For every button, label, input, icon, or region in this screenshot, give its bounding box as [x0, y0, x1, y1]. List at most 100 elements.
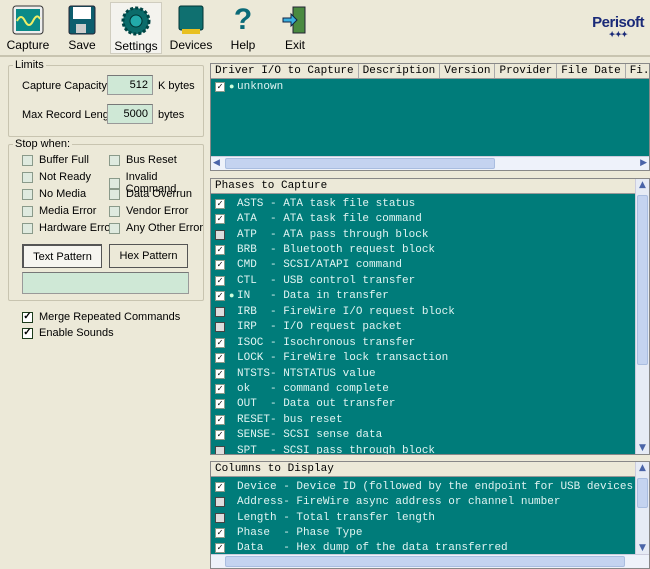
- checkbox-icon[interactable]: [215, 497, 225, 508]
- checkbox-icon[interactable]: [215, 229, 225, 240]
- stop-checkbox[interactable]: Buffer Full: [22, 154, 89, 166]
- save-button[interactable]: Save: [57, 2, 107, 54]
- phases-row[interactable]: ✓ ● IN - Data in transfer: [211, 289, 649, 304]
- checkbox-icon[interactable]: ✓: [215, 528, 225, 539]
- driver-row[interactable]: ✓ ● unknown: [211, 79, 649, 94]
- column-header[interactable]: File Date: [557, 64, 626, 78]
- column-header[interactable]: Version: [440, 64, 496, 78]
- columns-row[interactable]: Length - Total transfer length: [211, 510, 649, 525]
- checkbox-icon[interactable]: [215, 322, 225, 333]
- columns-hscrollbar[interactable]: [211, 554, 649, 568]
- phases-row[interactable]: SPT - SCSI pass through block: [211, 443, 649, 454]
- bullet-icon: [229, 497, 237, 507]
- phases-row[interactable]: ATP - ATA pass through block: [211, 227, 649, 242]
- devices-button[interactable]: Devices: [166, 2, 216, 54]
- bullet-icon: [229, 430, 237, 440]
- stop-checkbox[interactable]: Hardware Error: [22, 222, 114, 234]
- driver-list[interactable]: Driver I/O to Capture Description Version P…: [210, 63, 650, 171]
- phases-row[interactable]: ✓ BRB - Bluetooth request block: [211, 242, 649, 257]
- option-checkbox[interactable]: ✓ Merge Repeated Commands: [22, 311, 180, 323]
- stop-checkbox[interactable]: Data Overrun: [109, 188, 192, 200]
- stop-checkbox[interactable]: Bus Reset: [109, 154, 177, 166]
- phases-row[interactable]: ✓ OUT - Data out transfer: [211, 397, 649, 412]
- phases-row[interactable]: ✓ ATA - ATA task file command: [211, 211, 649, 226]
- floppy-disk-icon: [65, 4, 99, 36]
- phases-row[interactable]: ✓ RESET- bus reset: [211, 412, 649, 427]
- help-button[interactable]: ? Help: [218, 2, 268, 54]
- scroll-thumb[interactable]: [637, 195, 648, 365]
- columns-vscrollbar[interactable]: ▲ ▼: [635, 462, 649, 554]
- checkbox-icon[interactable]: ✓: [215, 291, 225, 302]
- columns-label: Length - Total transfer length: [237, 511, 436, 524]
- checkbox-icon[interactable]: ✓: [215, 214, 225, 225]
- checkbox-icon: ✓: [22, 327, 33, 339]
- settings-button[interactable]: Settings: [110, 2, 162, 54]
- exit-button[interactable]: Exit: [270, 2, 320, 54]
- checkbox-icon[interactable]: ✓: [215, 399, 225, 410]
- column-header[interactable]: Fi..: [626, 64, 649, 78]
- phases-row[interactable]: ✓ SENSE- SCSI sense data: [211, 428, 649, 443]
- bullet-icon: [229, 214, 237, 224]
- columns-label: Device - Device ID (followed by the endp…: [237, 480, 640, 493]
- column-header[interactable]: Driver I/O to Capture: [211, 64, 359, 78]
- columns-row[interactable]: Address- FireWire async address or chann…: [211, 494, 649, 509]
- stop-checkbox[interactable]: Not Ready: [22, 171, 91, 183]
- phases-row[interactable]: IRP - I/O request packet: [211, 320, 649, 335]
- phases-label: CTL - USB control transfer: [237, 274, 416, 287]
- checkbox-label: No Media: [39, 188, 87, 200]
- pattern-input[interactable]: [22, 272, 189, 294]
- stop-checkbox[interactable]: Media Error: [22, 205, 96, 217]
- columns-list[interactable]: Columns to Display ✓ Device - Device ID …: [210, 461, 650, 569]
- phases-row[interactable]: ✓ LOCK - FireWire lock transaction: [211, 350, 649, 365]
- phases-list[interactable]: Phases to Capture ✓ ASTS - ATA task file…: [210, 178, 650, 455]
- checkbox-icon[interactable]: ✓: [215, 414, 225, 425]
- stop-checkbox[interactable]: Vendor Error: [109, 205, 188, 217]
- checkbox-icon[interactable]: ✓: [215, 383, 225, 394]
- checkbox-label: Enable Sounds: [39, 327, 114, 339]
- option-checkbox[interactable]: ✓ Enable Sounds: [22, 327, 114, 339]
- capture-capacity-input[interactable]: 512: [107, 75, 153, 95]
- max-record-input[interactable]: 5000: [107, 104, 153, 124]
- checkbox-icon[interactable]: ✓: [215, 245, 225, 256]
- scroll-thumb[interactable]: [637, 478, 648, 508]
- checkbox-icon[interactable]: ✓: [215, 353, 225, 364]
- hex-pattern-button[interactable]: Hex Pattern: [109, 244, 188, 268]
- phases-row[interactable]: ✓ ASTS - ATA task file status: [211, 196, 649, 211]
- checkbox-icon[interactable]: ✓: [215, 275, 225, 286]
- checkbox-icon[interactable]: ✓: [215, 368, 225, 379]
- checkbox-icon[interactable]: ✓: [215, 337, 225, 348]
- phases-row[interactable]: ✓ ISOC - Isochronous transfer: [211, 335, 649, 350]
- phases-row[interactable]: IRB - FireWire I/O request block: [211, 304, 649, 319]
- phases-row[interactable]: ✓ ok - command complete: [211, 381, 649, 396]
- capture-button[interactable]: Capture: [3, 2, 53, 54]
- checkbox-icon[interactable]: [215, 445, 225, 454]
- column-header[interactable]: Description: [359, 64, 441, 78]
- scroll-thumb[interactable]: [225, 158, 495, 169]
- checkbox-icon[interactable]: [215, 512, 225, 523]
- scroll-thumb[interactable]: [225, 556, 625, 567]
- text-pattern-button[interactable]: Text Pattern: [22, 244, 102, 268]
- phases-row[interactable]: ✓ CMD - SCSI/ATAPI command: [211, 258, 649, 273]
- bullet-icon: [229, 245, 237, 255]
- checkbox-icon[interactable]: ✓: [215, 81, 225, 92]
- checkbox-icon[interactable]: ✓: [215, 430, 225, 441]
- checkbox-icon[interactable]: [215, 306, 225, 317]
- phases-row[interactable]: ✓ CTL - USB control transfer: [211, 273, 649, 288]
- bullet-icon: [229, 230, 237, 240]
- checkbox-icon[interactable]: ✓: [215, 198, 225, 209]
- phases-label: ASTS - ATA task file status: [237, 197, 416, 210]
- stop-checkbox[interactable]: No Media: [22, 188, 86, 200]
- checkbox-icon[interactable]: ✓: [215, 543, 225, 554]
- bullet-icon: [229, 482, 237, 492]
- perisoft-logo: Perisoft ✦✦✦: [592, 14, 644, 39]
- phases-row[interactable]: ✓ NTSTS- NTSTATUS value: [211, 366, 649, 381]
- columns-row[interactable]: ✓ Device - Device ID (followed by the en…: [211, 479, 649, 494]
- columns-header: Columns to Display: [211, 462, 635, 477]
- checkbox-icon[interactable]: ✓: [215, 260, 225, 271]
- checkbox-icon[interactable]: ✓: [215, 481, 225, 492]
- column-header[interactable]: Provider: [495, 64, 558, 78]
- driver-list-hscrollbar[interactable]: ◀ ▶: [211, 156, 649, 170]
- stop-checkbox[interactable]: Any Other Error: [109, 222, 203, 234]
- columns-row[interactable]: ✓ Phase - Phase Type: [211, 525, 649, 540]
- phases-vscrollbar[interactable]: ▲ ▼: [635, 179, 649, 454]
